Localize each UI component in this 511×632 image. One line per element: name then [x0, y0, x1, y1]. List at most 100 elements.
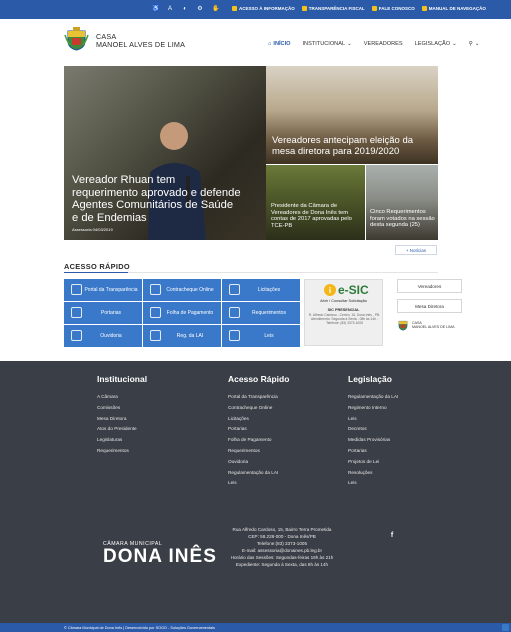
footer-link[interactable]: Requerimentos: [228, 446, 289, 457]
phone-icon: [371, 6, 377, 11]
contrast-icon[interactable]: ◐: [182, 6, 188, 12]
esic-presencial-title: SIC PRESENCIAL: [327, 308, 360, 312]
font-increase-icon[interactable]: A: [167, 6, 173, 12]
chevron-down-icon: ⌄: [452, 41, 457, 47]
sign-language-icon[interactable]: ✋: [212, 6, 219, 12]
top-link-acesso-informacao[interactable]: ACESSO À INFORMAÇÃO: [232, 6, 295, 11]
qa-leis[interactable]: Leis: [222, 325, 300, 347]
document-icon: [71, 307, 82, 318]
footer-link[interactable]: Regulamentação da LAI: [348, 392, 398, 403]
home-icon: ⌂: [268, 41, 272, 47]
featured-main-meta: Assessoria 04/03/2019: [72, 227, 113, 232]
chevron-down-icon: ⌄: [347, 41, 352, 47]
contact-phone: Telefone:(83) 3373-1005: [256, 541, 308, 546]
footer-link[interactable]: Leis: [228, 478, 289, 489]
main-nav: ⌂ INÍCIO INSTITUCIONAL ⌄ VEREADORES LEGISL…: [262, 41, 486, 47]
contact-address: Rua Alfredo Cardoso, 15, Bairro Terra Pr…: [232, 527, 332, 532]
footer-link[interactable]: Mesa Diretora: [97, 414, 147, 425]
qa-reg-lai[interactable]: Reg. da LAI: [143, 325, 221, 347]
footer-link[interactable]: Resoluções: [348, 468, 398, 479]
top-link-label: MANUAL DE NAVEGAÇÃO: [428, 6, 486, 11]
footer-logo[interactable]: CÂMARA MUNICIPAL DONA INÊS: [103, 541, 217, 567]
featured-news-main[interactable]: Vereador Rhuan tem requerimento aprovado…: [64, 66, 266, 240]
footer-contact: Rua Alfredo Cardoso, 15, Bairro Terra Pr…: [224, 526, 340, 568]
esic-logo[interactable]: i e-SIC: [324, 283, 369, 297]
vereadores-button[interactable]: Vereadores: [397, 279, 462, 293]
footer-link[interactable]: Projetos de Lei: [348, 457, 398, 468]
brand-name[interactable]: CASA MANOEL ALVES DE LIMA: [96, 33, 185, 49]
contact-email[interactable]: E-mail: assessoria@donaines.pb.leg.br: [224, 547, 340, 554]
footer-link[interactable]: Portal da Transparência: [228, 392, 289, 403]
gear-icon[interactable]: ⚙: [197, 6, 203, 12]
nav-institucional[interactable]: INSTITUCIONAL ⌄: [296, 41, 357, 47]
footer-link[interactable]: Regulamentação da LAI: [228, 468, 289, 479]
news-tile-2[interactable]: Presidente da Câmara de Vereadores de Do…: [266, 165, 365, 240]
news-tile-caption[interactable]: Vereadores antecipam eleição da mesa dir…: [272, 135, 432, 158]
footer-link[interactable]: Medidas Provisórias: [348, 435, 398, 446]
news-tile-caption[interactable]: Presidente da Câmara de Vereadores de Do…: [271, 203, 361, 230]
footer-link[interactable]: Atos do Presidente: [97, 424, 147, 435]
accessibility-tools: ♿ A ◐ ⚙ ✋: [152, 6, 219, 12]
footer-link[interactable]: Comissões: [97, 403, 147, 414]
footer-link[interactable]: Ouvidoria: [228, 457, 289, 468]
esic-subtitle[interactable]: Abrir / Consultar Solicitação: [305, 299, 382, 303]
back-to-top-icon[interactable]: [502, 624, 509, 631]
qa-portarias[interactable]: Portarias: [64, 302, 142, 324]
qa-folha-pagamento[interactable]: Folha de Pagamento: [143, 302, 221, 324]
mesa-diretora-button[interactable]: Mesa Diretora: [397, 299, 462, 313]
footer-link[interactable]: Licitações: [228, 414, 289, 425]
qa-requerimentos[interactable]: Requerimentos: [222, 302, 300, 324]
info-icon: i: [324, 284, 336, 296]
footer-link[interactable]: Regimento Interno: [348, 403, 398, 414]
footer-link[interactable]: Requerimentos: [97, 446, 147, 457]
top-link-label: TRANSPARÊNCIA FISCAL: [308, 6, 365, 11]
crest-logo-icon: [398, 320, 408, 331]
more-news-button[interactable]: + Notícias: [395, 245, 437, 255]
facebook-icon[interactable]: f: [387, 531, 397, 541]
accessibility-icon[interactable]: ♿: [152, 6, 159, 12]
top-link-label: ACESSO À INFORMAÇÃO: [239, 6, 295, 11]
nav-label: INÍCIO: [273, 41, 291, 47]
side-logo[interactable]: CASA MANOEL ALVES DE LIMA: [397, 319, 455, 331]
top-link-label: FALE CONOSCO: [378, 6, 415, 11]
top-accessibility-bar: ♿ A ◐ ⚙ ✋ ACESSO À INFORMAÇÃO TRANSPARÊN…: [0, 0, 511, 19]
esic-panel[interactable]: i e-SIC Abrir / Consultar Solicitação SI…: [304, 279, 383, 346]
footer-link[interactable]: A Câmara: [97, 392, 147, 403]
copyright-text: © Câmara Municipal de Dona Inês | Desenv…: [64, 626, 215, 630]
top-link-fale-conosco[interactable]: FALE CONOSCO: [371, 6, 415, 11]
footer-link[interactable]: Legislaturas: [97, 435, 147, 446]
news-tile-1[interactable]: Vereadores antecipam eleição da mesa dir…: [266, 66, 438, 164]
top-link-transparencia[interactable]: TRANSPARÊNCIA FISCAL: [301, 6, 365, 11]
nav-vereadores[interactable]: VEREADORES: [358, 41, 409, 47]
crest-logo-icon[interactable]: [64, 27, 89, 51]
contact-hours: Expediente: Segunda à Sexta, das 8h às 1…: [235, 562, 329, 567]
footer-link[interactable]: Portarias: [228, 424, 289, 435]
qa-contracheque[interactable]: Contracheque Online: [143, 279, 221, 301]
headset-icon: [71, 330, 82, 341]
chart-icon: [301, 6, 307, 11]
top-link-manual[interactable]: MANUAL DE NAVEGAÇÃO: [421, 6, 486, 11]
news-tile-3[interactable]: Cinco Requerimentos foram votados na ses…: [366, 165, 438, 240]
esic-address: R. Alfredo Cardoso - Centro, 15, Dona In…: [308, 313, 381, 326]
document-icon: [150, 330, 161, 341]
qa-ouvidoria[interactable]: Ouvidoria: [64, 325, 142, 347]
footer-link[interactable]: Leis: [348, 414, 398, 425]
featured-main-title[interactable]: Vereador Rhuan tem requerimento aprovado…: [72, 174, 242, 224]
nav-legislacao[interactable]: LEGISLAÇÃO ⌄: [409, 41, 463, 47]
footer-col-title: Legislação: [348, 374, 392, 384]
news-tile-caption[interactable]: Cinco Requerimentos foram votados na ses…: [370, 209, 436, 229]
search-icon: [71, 284, 82, 295]
footer-institucional: Institucional A Câmara Comissões Mesa Di…: [97, 374, 147, 457]
qa-licitacoes[interactable]: Licitações: [222, 279, 300, 301]
nav-search[interactable]: ⚲ ⌄: [463, 41, 486, 47]
footer-link[interactable]: Folha de Pagamento: [228, 435, 289, 446]
footer-link[interactable]: Portarias: [348, 446, 398, 457]
contact-cep: CEP: 58.228-000 - Dona Inês/PB: [248, 534, 316, 539]
footer-link[interactable]: Leis: [348, 478, 398, 489]
footer-link[interactable]: Contracheque Online: [228, 403, 289, 414]
footer-link[interactable]: Decretos: [348, 424, 398, 435]
nav-inicio[interactable]: ⌂ INÍCIO: [262, 41, 296, 47]
side-logo-line2: MANOEL ALVES DE LIMA: [412, 325, 455, 329]
qa-portal-transparencia[interactable]: Portal da Transparência: [64, 279, 142, 301]
document-icon: [229, 307, 240, 318]
